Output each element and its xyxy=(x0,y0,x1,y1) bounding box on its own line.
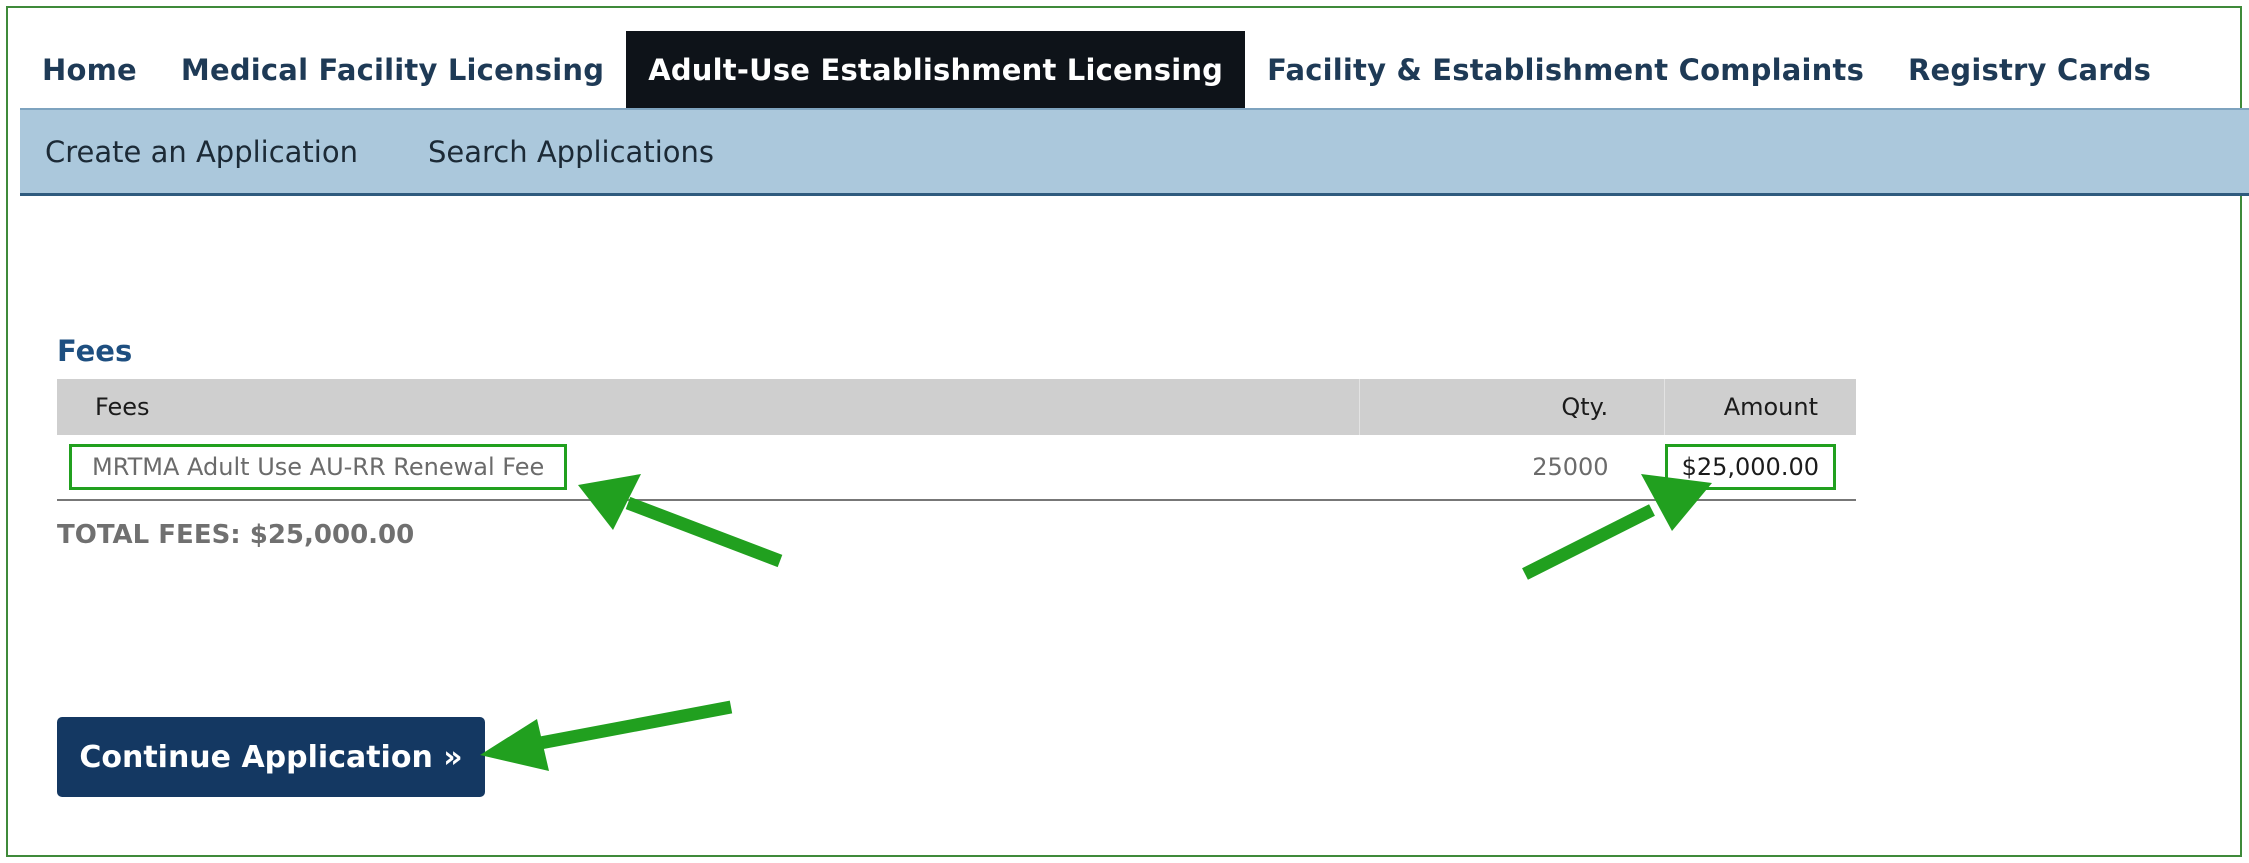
total-fees: TOTAL FEES: $25,000.00 xyxy=(57,520,415,550)
fees-section-heading: Fees xyxy=(57,334,133,368)
tab-registry-cards[interactable]: Registry Cards xyxy=(1886,31,2173,108)
fees-table: Fees Qty. Amount MRTMA Adult Use AU-RR R… xyxy=(57,379,1856,501)
tab-medical-facility-licensing[interactable]: Medical Facility Licensing xyxy=(159,31,626,108)
continue-application-button[interactable]: Continue Application » xyxy=(57,717,485,797)
subnav-search-applications[interactable]: Search Applications xyxy=(404,135,738,169)
tab-adult-use-establishment-licensing[interactable]: Adult-Use Establishment Licensing xyxy=(626,31,1246,122)
tab-facility-establishment-complaints[interactable]: Facility & Establishment Complaints xyxy=(1245,31,1886,108)
tab-adult-use-establishment-licensing-label: Adult-Use Establishment Licensing xyxy=(648,52,1224,87)
sub-navigation: Create an Application Search Application… xyxy=(20,108,2249,196)
column-header-amount: Amount xyxy=(1664,379,1856,435)
tab-registry-cards-label: Registry Cards xyxy=(1908,52,2152,87)
table-row: MRTMA Adult Use AU-RR Renewal Fee 25000 … xyxy=(57,435,1856,501)
main-navigation: Home Medical Facility Licensing Adult-Us… xyxy=(20,31,2249,122)
fees-table-header-row: Fees Qty. Amount xyxy=(57,379,1856,435)
tab-medical-facility-licensing-label: Medical Facility Licensing xyxy=(180,52,605,87)
tab-facility-establishment-complaints-label: Facility & Establishment Complaints xyxy=(1267,52,1865,87)
fee-amount-cell: $25,000.00 xyxy=(1664,435,1856,501)
fee-description: MRTMA Adult Use AU-RR Renewal Fee xyxy=(69,444,568,490)
column-header-fees: Fees xyxy=(57,379,1360,435)
tab-home[interactable]: Home xyxy=(20,31,159,108)
column-header-qty: Qty. xyxy=(1359,379,1666,435)
subnav-create-application[interactable]: Create an Application xyxy=(20,135,382,169)
fee-description-cell: MRTMA Adult Use AU-RR Renewal Fee xyxy=(57,435,1359,501)
fee-amount: $25,000.00 xyxy=(1664,444,1836,490)
tab-home-label: Home xyxy=(42,52,137,87)
fee-qty: 25000 xyxy=(1359,435,1665,501)
